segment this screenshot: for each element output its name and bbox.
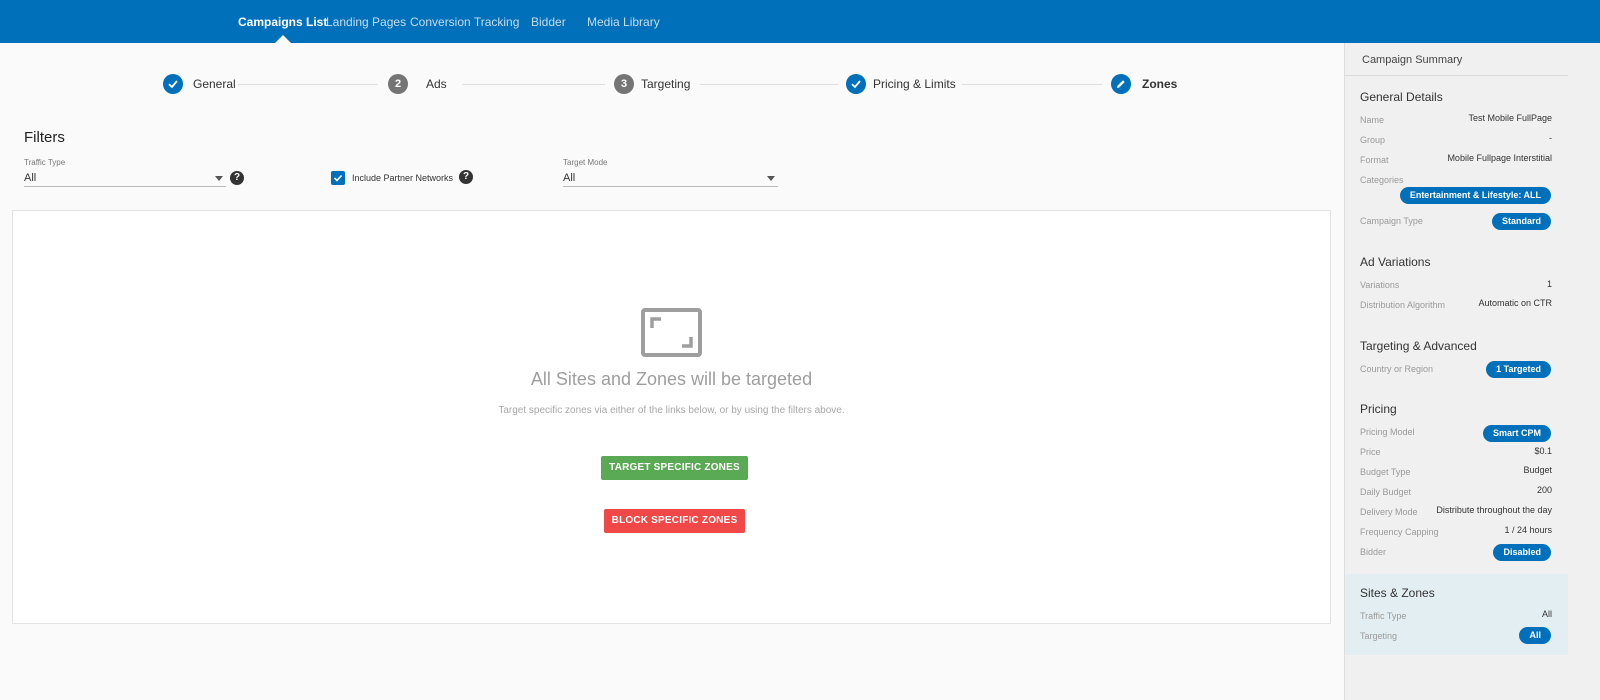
help-icon[interactable]: ? bbox=[230, 171, 244, 185]
targeting-advanced-heading: Targeting & Advanced bbox=[1360, 339, 1477, 353]
target-mode-label: Target Mode bbox=[563, 158, 608, 167]
traffic-type-label: Traffic Type bbox=[24, 158, 66, 167]
summary-key: Group bbox=[1360, 135, 1386, 145]
summary-key: Delivery Mode bbox=[1360, 507, 1418, 517]
step-label: Targeting bbox=[641, 77, 691, 91]
partner-networks-checkbox[interactable] bbox=[331, 171, 345, 185]
step-label: Ads bbox=[426, 77, 447, 91]
check-icon bbox=[846, 74, 866, 94]
summary-value: 200 bbox=[1536, 485, 1552, 495]
summary-title: Campaign Summary bbox=[1362, 54, 1463, 66]
summary-key: Bidder bbox=[1360, 547, 1387, 557]
summary-key: Traffic Type bbox=[1360, 611, 1407, 621]
summary-value: Budget bbox=[1523, 465, 1552, 475]
nav-landing-pages[interactable]: Landing Pages bbox=[326, 15, 406, 29]
stepper-connector bbox=[962, 84, 1102, 85]
step-number: 2 bbox=[388, 74, 408, 94]
stepper-connector bbox=[462, 84, 605, 85]
step-number: 3 bbox=[614, 74, 634, 94]
nav-media-library[interactable]: Media Library bbox=[587, 15, 660, 29]
summary-key: Targeting bbox=[1360, 631, 1398, 641]
summary-key: Frequency Capping bbox=[1360, 527, 1439, 537]
step-label: General bbox=[193, 77, 236, 91]
summary-value: - bbox=[1549, 133, 1552, 143]
summary-key: Country or Region bbox=[1360, 364, 1434, 374]
chevron-down-icon bbox=[215, 176, 223, 181]
step-label: Zones bbox=[1142, 77, 1178, 91]
summary-value: All bbox=[1541, 609, 1552, 619]
nav-conversion-tracking[interactable]: Conversion Tracking bbox=[410, 15, 519, 29]
summary-value: Test Mobile FullPage bbox=[1468, 113, 1552, 123]
nav-campaigns-list[interactable]: Campaigns List bbox=[238, 15, 327, 29]
traffic-type-value: All bbox=[24, 172, 37, 184]
filters-title: Filters bbox=[24, 129, 65, 146]
summary-key: Categories bbox=[1360, 175, 1404, 185]
summary-value: Mobile Fullpage Interstitial bbox=[1447, 153, 1552, 163]
summary-key: Pricing Model bbox=[1360, 427, 1415, 437]
pencil-icon bbox=[1111, 74, 1131, 94]
stepper-connector bbox=[238, 84, 378, 85]
country-badge: 1 Targeted bbox=[1486, 361, 1551, 378]
campaign-type-badge: Standard bbox=[1491, 213, 1551, 230]
divider bbox=[1345, 75, 1568, 76]
summary-key: Daily Budget bbox=[1360, 487, 1412, 497]
ad-variations-heading: Ad Variations bbox=[1360, 255, 1431, 269]
summary-key: Variations bbox=[1360, 280, 1400, 290]
summary-value: Automatic on CTR bbox=[1478, 298, 1552, 308]
summary-key: Price bbox=[1360, 447, 1381, 457]
summary-key: Distribution Algorithm bbox=[1360, 300, 1446, 310]
check-icon bbox=[163, 74, 183, 94]
help-icon[interactable]: ? bbox=[459, 170, 473, 184]
target-mode-select[interactable]: All bbox=[563, 169, 778, 187]
block-specific-zones-button[interactable]: BLOCK SPECIFIC ZONES bbox=[604, 509, 745, 533]
nav-bidder[interactable]: Bidder bbox=[531, 15, 566, 29]
categories-badge: Entertainment & Lifestyle: ALL bbox=[1399, 187, 1551, 204]
fullscreen-frame-icon bbox=[641, 308, 702, 357]
general-details-heading: General Details bbox=[1360, 90, 1443, 104]
stepper-connector bbox=[700, 84, 838, 85]
pricing-heading: Pricing bbox=[1360, 402, 1397, 416]
summary-value: 1 bbox=[1546, 279, 1552, 289]
summary-value: Distribute throughout the day bbox=[1436, 505, 1552, 515]
summary-key: Name bbox=[1360, 115, 1385, 125]
empty-state-subtitle: Target specific zones via either of the … bbox=[498, 405, 845, 416]
summary-value: $0.1 bbox=[1534, 446, 1552, 456]
step-label: Pricing & Limits bbox=[873, 77, 956, 91]
summary-key: Campaign Type bbox=[1360, 216, 1423, 226]
active-nav-indicator bbox=[275, 35, 291, 43]
chevron-down-icon bbox=[767, 176, 775, 181]
traffic-type-select[interactable]: All bbox=[24, 169, 226, 187]
sidebar-gutter bbox=[1568, 43, 1600, 700]
summary-value: 1 / 24 hours bbox=[1504, 525, 1552, 535]
bidder-badge: Disabled bbox=[1493, 544, 1551, 561]
partner-networks-label: Include Partner Networks bbox=[352, 173, 454, 183]
sites-zones-heading: Sites & Zones bbox=[1360, 586, 1435, 600]
zones-panel bbox=[12, 210, 1331, 624]
target-mode-value: All bbox=[563, 172, 576, 184]
targeting-badge: All bbox=[1519, 627, 1551, 644]
empty-state-title: All Sites and Zones will be targeted bbox=[530, 369, 813, 389]
summary-key: Budget Type bbox=[1360, 467, 1411, 477]
target-specific-zones-button[interactable]: TARGET SPECIFIC ZONES bbox=[601, 456, 748, 480]
summary-key: Format bbox=[1360, 155, 1389, 165]
pricing-model-badge: Smart CPM bbox=[1482, 425, 1551, 442]
